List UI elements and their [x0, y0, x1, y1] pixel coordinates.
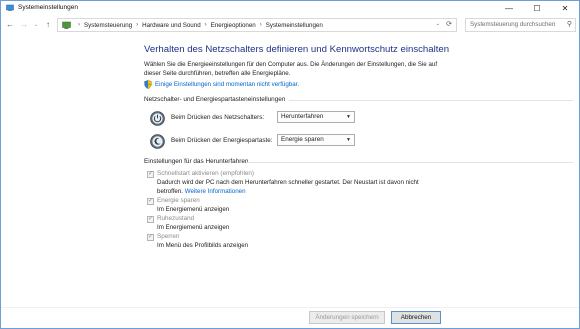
- hibernate-description: Im Energiemenü anzeigen: [157, 224, 230, 231]
- window-title: Systemeinstellungen: [18, 4, 78, 11]
- lock-label: Sperren: [157, 233, 180, 240]
- up-arrow-icon[interactable]: ↑: [43, 19, 53, 31]
- chevron-down-icon: ▼: [346, 137, 351, 143]
- fast-startup-description: Dadurch wird der PC nach dem Herunterfah…: [157, 179, 437, 196]
- close-button[interactable]: ✕: [551, 1, 579, 15]
- save-changes-button[interactable]: Änderungen speichern: [309, 311, 385, 324]
- address-row: ← → ⌄ ↑ › Systemsteuerung › Hardware und…: [1, 16, 579, 34]
- window: Systemeinstellungen — ☐ ✕ ← → ⌄ ↑ › Syst…: [0, 0, 580, 329]
- title-bar: Systemeinstellungen — ☐ ✕: [1, 1, 579, 15]
- unavailable-settings-link[interactable]: Einige Einstellungen sind momentan nicht…: [155, 81, 299, 88]
- breadcrumb-systemsteuerung[interactable]: Systemsteuerung: [84, 22, 132, 29]
- search-input[interactable]: Systemsteuerung durchsuchen ⚲: [465, 18, 576, 32]
- sleep-button-row: Beim Drücken der Energiespartaste: Energ…: [150, 133, 355, 149]
- address-dropdown-chevron-icon[interactable]: ⌄: [436, 21, 440, 27]
- shutdown-section-heading: Einstellungen für das Herunterfahren: [144, 158, 249, 165]
- sleep-button-action-select[interactable]: Energie sparen ▼: [277, 134, 355, 146]
- lock-checkbox[interactable]: ✓: [147, 234, 154, 241]
- uac-shield-icon: [144, 80, 152, 89]
- page-title: Verhalten des Netzschalters definieren u…: [144, 44, 450, 55]
- search-icon[interactable]: ⚲: [567, 19, 572, 31]
- back-arrow-icon[interactable]: ←: [5, 19, 15, 31]
- hibernate-checkbox[interactable]: ✓: [147, 216, 154, 223]
- section-divider: [289, 100, 573, 101]
- breadcrumb-systemeinstellungen[interactable]: Systemeinstellungen: [266, 22, 323, 29]
- lock-description: Im Menü des Profilbilds anzeigen: [157, 242, 249, 249]
- power-button-action-select[interactable]: Herunterfahren ▼: [277, 111, 355, 123]
- cancel-button[interactable]: Abbrechen: [391, 311, 441, 324]
- forward-arrow-icon[interactable]: →: [19, 19, 29, 31]
- power-section-heading: Netzschalter- und Energiespartasteneinst…: [144, 96, 286, 103]
- search-placeholder: Systemsteuerung durchsuchen: [470, 21, 556, 28]
- control-panel-icon: [6, 4, 14, 11]
- footer-divider: [1, 307, 579, 308]
- breadcrumb-separator: ›: [259, 22, 262, 28]
- hibernate-label: Ruhezustand: [157, 215, 195, 222]
- sleep-button-action-value: Energie sparen: [281, 136, 324, 143]
- breadcrumb-energieoptionen[interactable]: Energieoptionen: [211, 22, 256, 29]
- fast-startup-label: Schnellstart aktivieren (empfohlen): [157, 170, 254, 177]
- power-button-label: Beim Drücken des Netzschalters:: [171, 114, 265, 121]
- recent-locations-chevron-icon[interactable]: ⌄: [31, 19, 41, 31]
- fast-startup-checkbox[interactable]: ✓: [147, 171, 154, 178]
- power-button-icon: [150, 110, 165, 126]
- refresh-icon[interactable]: ⟳: [446, 20, 452, 28]
- minimize-button[interactable]: —: [495, 1, 523, 15]
- more-info-link[interactable]: Weitere Informationen: [185, 188, 246, 195]
- maximize-button[interactable]: ☐: [523, 1, 551, 15]
- chevron-down-icon: ▼: [346, 114, 351, 120]
- sleep-button-label: Beim Drücken der Energiespartaste:: [171, 137, 273, 144]
- section-divider: [246, 162, 573, 163]
- breadcrumb-hardware-sound[interactable]: Hardware und Sound: [142, 22, 200, 29]
- address-bar[interactable]: › Systemsteuerung › Hardware und Sound ›…: [57, 18, 457, 32]
- power-button-row: Beim Drücken des Netzschalters: Herunter…: [150, 110, 355, 126]
- sleep-description: Im Energiemenü anzeigen: [157, 206, 230, 213]
- sleep-checkbox[interactable]: ✓: [147, 198, 154, 205]
- power-button-action-value: Herunterfahren: [281, 113, 324, 120]
- sleep-button-icon: [150, 133, 165, 149]
- breadcrumb-separator: ›: [136, 22, 139, 28]
- control-panel-icon: [62, 21, 71, 29]
- page-description: Wählen Sie die Energieeinstellungen für …: [144, 61, 438, 77]
- sleep-label: Energie sparen: [157, 197, 200, 204]
- unavailable-settings-row: Einige Einstellungen sind momentan nicht…: [144, 80, 299, 89]
- breadcrumb-separator: ›: [78, 22, 80, 28]
- breadcrumb-separator: ›: [204, 22, 207, 28]
